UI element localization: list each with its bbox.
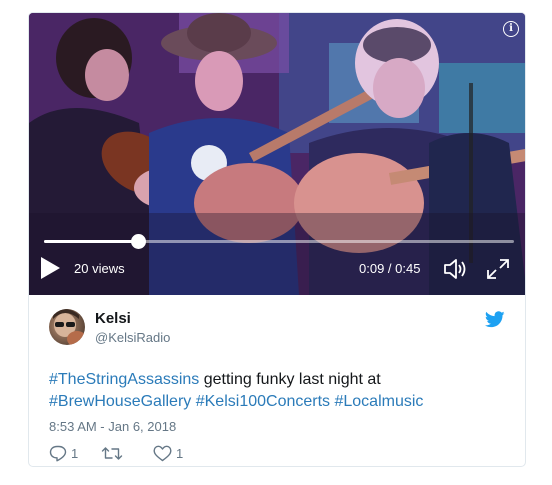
- fullscreen-icon[interactable]: [486, 258, 510, 280]
- avatar[interactable]: [49, 309, 85, 345]
- volume-icon[interactable]: [443, 258, 467, 280]
- video-frame: [29, 13, 525, 295]
- avatar-image: [53, 309, 85, 345]
- like-button[interactable]: 1: [153, 445, 183, 462]
- video-progress-bar[interactable]: [44, 234, 514, 249]
- video-player[interactable]: i 20 views 0:09 / 0:45: [29, 13, 525, 295]
- video-progress-fill: [44, 240, 138, 243]
- tweet-card: i 20 views 0:09 / 0:45 Kelsi @KelsiRadio…: [28, 12, 526, 467]
- retweet-icon: [101, 447, 123, 460]
- video-time: 0:09 / 0:45: [359, 261, 421, 276]
- hashtag-link[interactable]: #Kelsi100Concerts: [196, 393, 330, 410]
- play-icon[interactable]: [39, 256, 61, 280]
- user-name[interactable]: Kelsi: [95, 310, 131, 327]
- reply-button[interactable]: 1: [49, 445, 78, 462]
- tweet-text: #TheStringAssassins getting funky last n…: [49, 369, 509, 413]
- hashtag-link[interactable]: #Localmusic: [334, 393, 423, 410]
- tweet-text-segment: getting funky last night at: [199, 371, 381, 388]
- view-count: 20 views: [74, 261, 125, 276]
- twitter-bird-icon[interactable]: [485, 311, 505, 328]
- reply-count: 1: [71, 446, 79, 461]
- user-handle[interactable]: @KelsiRadio: [95, 330, 170, 345]
- retweet-button[interactable]: [101, 445, 127, 462]
- info-icon[interactable]: i: [503, 21, 519, 37]
- like-icon: [153, 445, 172, 462]
- hashtag-link[interactable]: #BrewHouseGallery: [49, 393, 191, 410]
- hashtag-link[interactable]: #TheStringAssassins: [49, 371, 199, 388]
- video-progress-knob[interactable]: [131, 234, 146, 249]
- tweet-timestamp[interactable]: 8:53 AM - Jan 6, 2018: [49, 419, 176, 434]
- like-count: 1: [176, 446, 184, 461]
- reply-icon: [49, 445, 67, 462]
